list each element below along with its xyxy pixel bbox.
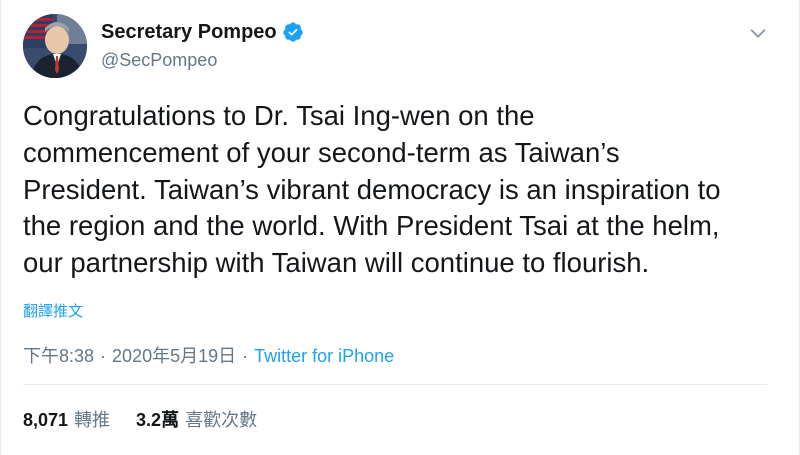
avatar[interactable]: [23, 14, 87, 78]
tweet-header: Secretary Pompeo @SecPompeo: [23, 14, 304, 78]
account-names: Secretary Pompeo @SecPompeo: [101, 19, 304, 73]
retweets-label: 轉推: [74, 410, 111, 430]
tweet-time[interactable]: 下午8:38: [23, 343, 94, 369]
tweet-source-link[interactable]: Twitter for iPhone: [254, 343, 394, 369]
tweet-card: Secretary Pompeo @SecPompeo Congratulati…: [0, 0, 800, 455]
meta-separator: ·: [242, 346, 249, 366]
translate-tweet-link[interactable]: 翻譯推文: [23, 301, 83, 323]
tweet-date[interactable]: 2020年5月19日: [112, 343, 236, 369]
verified-badge-icon: [282, 21, 304, 43]
avatar-image: [23, 14, 87, 78]
retweets-stat[interactable]: 8,071 轉推: [23, 407, 110, 433]
tweet-stats: 8,071 轉推 3.2萬 喜歡次數: [23, 407, 283, 433]
divider: [23, 384, 767, 385]
likes-count: 3.2萬: [136, 410, 180, 430]
chevron-down-icon[interactable]: [747, 22, 769, 44]
likes-label: 喜歡次數: [185, 410, 258, 430]
retweets-count: 8,071: [23, 410, 69, 430]
display-name[interactable]: Secretary Pompeo: [101, 19, 277, 45]
name-row: Secretary Pompeo: [101, 19, 304, 45]
likes-stat[interactable]: 3.2萬 喜歡次數: [136, 407, 257, 433]
tweet-text: Congratulations to Dr. Tsai Ing-wen on t…: [23, 100, 721, 279]
account-handle[interactable]: @SecPompeo: [101, 47, 304, 73]
meta-separator: ·: [100, 346, 107, 366]
tweet-meta: 下午8:38 · 2020年5月19日 · Twitter for iPhone: [23, 343, 394, 369]
